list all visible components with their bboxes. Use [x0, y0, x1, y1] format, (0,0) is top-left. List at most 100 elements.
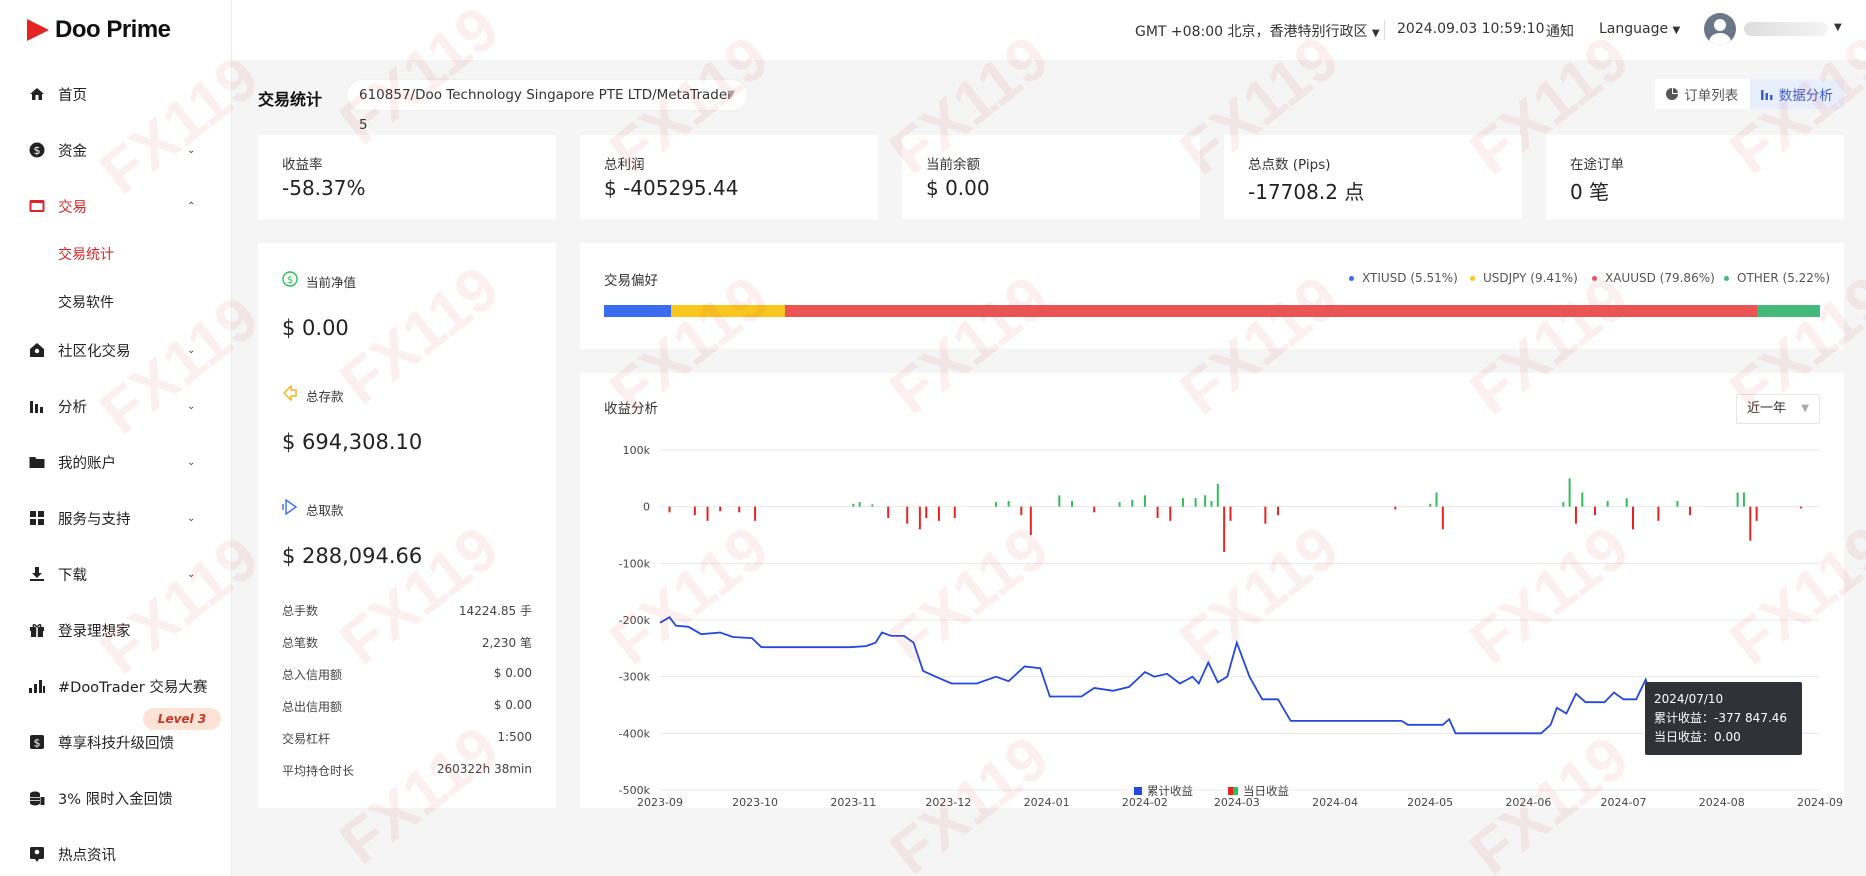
daily-profit-bar — [706, 506, 709, 521]
divider — [1384, 20, 1385, 40]
daily-profit-bar — [719, 506, 722, 512]
svg-text:$: $ — [287, 275, 293, 286]
x-tick-label: 2023-09 — [637, 796, 683, 808]
avatar[interactable] — [1704, 13, 1736, 45]
stat-card-total-pips: 总点数 (Pips) -17708.2 点 — [1224, 135, 1522, 219]
daily-profit-bar — [1562, 502, 1565, 507]
level-badge: Level 3 — [143, 708, 221, 730]
daily-profit-bar — [1689, 506, 1692, 516]
sidebar-item-login-ideal-home[interactable]: 登录理想家 — [0, 613, 232, 647]
account-selector[interactable]: 610857/Doo Technology Singapore PTE LTD/… — [346, 79, 748, 133]
daily-profit-bar — [925, 506, 928, 518]
chevron-down-icon: ⌄ — [187, 344, 196, 356]
legend-label-daily: 当日收益 — [1243, 784, 1289, 798]
pin-icon — [28, 845, 46, 863]
chevron-down-icon: ⌄ — [187, 456, 196, 468]
tab-order-list[interactable]: 订单列表 — [1655, 79, 1750, 109]
sidebar-item-deposit-rebate[interactable]: 3% 限时入金回馈 — [0, 781, 232, 815]
preference-segment — [671, 305, 786, 317]
daily-profit-bar — [1755, 506, 1758, 521]
legend-label-cumulative: 累计收益 — [1147, 784, 1193, 798]
daily-profit-bar — [1625, 498, 1628, 507]
username-blurred[interactable] — [1744, 22, 1828, 36]
dollar-box-icon: $ — [28, 733, 46, 751]
daily-profit-bar — [1657, 506, 1660, 521]
sidebar-sub-trading-software[interactable]: 交易软件 — [58, 292, 114, 312]
legend-dot-icon — [1470, 276, 1475, 281]
deposit-value: $ 694,308.10 — [282, 430, 423, 454]
daily-profit-bar — [1071, 501, 1074, 507]
x-tick-label: 2024-05 — [1407, 796, 1453, 808]
daily-profit-bar — [887, 506, 890, 518]
sidebar-item-social-trading[interactable]: 社区化交易 ⌄ — [0, 333, 232, 367]
sidebar-item-funds[interactable]: $ 资金 ⌄ — [0, 133, 232, 167]
daily-profit-bar — [1606, 501, 1609, 507]
daily-profit-bar — [1581, 492, 1584, 507]
sidebar-item-trading[interactable]: 交易 ⌃ — [0, 189, 232, 223]
sidebar-item-tech-upgrade-rewards[interactable]: $ 尊享科技升级回馈 — [0, 725, 232, 759]
brand-logo[interactable]: Doo Prime — [27, 15, 171, 45]
daily-profit-bar — [1131, 499, 1134, 507]
daily-profit-bar — [1676, 501, 1679, 507]
x-tick-label: 2024-06 — [1505, 796, 1551, 808]
y-tick-label: -100k — [619, 557, 651, 570]
preference-segment — [1756, 305, 1820, 317]
daily-profit-bar — [1574, 506, 1577, 524]
bars-icon — [28, 397, 46, 415]
daily-profit-bar — [1118, 502, 1121, 507]
daily-profit-bar — [1216, 484, 1219, 507]
notifications-link[interactable]: 通知 — [1546, 21, 1574, 41]
caret-down-icon: ▼ — [727, 89, 735, 100]
daily-profit-bar — [1093, 506, 1096, 513]
x-tick-label: 2023-11 — [830, 796, 876, 808]
legend-item: USDJPY (9.41%) — [1470, 271, 1578, 285]
home-icon — [28, 85, 46, 103]
page-title: 交易统计 — [258, 90, 323, 109]
y-tick-label: -400k — [619, 727, 651, 740]
legend-item: OTHER (5.22%) — [1724, 271, 1830, 285]
top-bar: GMT +08:00 北京，香港特别行政区 ▼ 2024.09.03 10:59… — [232, 0, 1866, 60]
coins-icon — [28, 789, 46, 807]
language-selector[interactable]: Language ▼ — [1599, 21, 1680, 37]
chevron-up-icon: ⌃ — [187, 200, 196, 212]
daily-profit-bar — [693, 506, 696, 516]
sidebar-item-my-account[interactable]: 我的账户 ⌄ — [0, 445, 232, 479]
daily-profit-bar — [1736, 492, 1739, 507]
tab-data-analysis[interactable]: 数据分析 — [1749, 79, 1844, 109]
range-selector[interactable]: 近一年 ▼ — [1736, 394, 1820, 424]
daily-profit-bar — [1194, 498, 1197, 507]
sidebar: Doo Prime 首页 $ 资金 ⌄ 交易 ⌃ 交易统计 交易软件 社区化交易… — [0, 0, 232, 876]
daily-profit-bar — [1593, 506, 1596, 516]
daily-profit-bar — [1223, 506, 1226, 552]
daily-profit-bar — [906, 506, 909, 524]
equity-value: $ 0.00 — [282, 316, 349, 340]
sidebar-item-download[interactable]: 下载 ⌄ — [0, 557, 232, 591]
x-tick-label: 2024-09 — [1797, 796, 1843, 808]
daily-profit-bar — [1143, 495, 1146, 507]
deposit-icon — [283, 385, 297, 401]
trading-preference-card: 交易偏好 XTIUSD (5.51%) USDJPY (9.41%) XAUUS… — [580, 243, 1844, 349]
daily-profit-bar — [858, 502, 861, 507]
daily-profit-bar — [953, 506, 956, 518]
daily-profit-bar — [1799, 506, 1802, 509]
sidebar-item-analysis[interactable]: 分析 ⌄ — [0, 389, 232, 423]
chevron-down-icon: ⌄ — [187, 568, 196, 580]
cumulative-profit-line — [659, 616, 1782, 735]
chevron-down-icon: ⌄ — [187, 512, 196, 524]
daily-profit-bar — [1156, 506, 1159, 518]
server-time: 2024.09.03 10:59:10 — [1397, 21, 1545, 37]
sidebar-item-home[interactable]: 首页 — [0, 77, 232, 111]
preference-stacked-bar — [604, 305, 1820, 317]
sidebar-item-hot-news[interactable]: 热点资讯 — [0, 837, 232, 871]
house-icon — [28, 341, 46, 359]
caret-down-icon[interactable]: ▼ — [1834, 22, 1842, 33]
sidebar-item-dootrader-contest[interactable]: #DooTrader 交易大赛 — [0, 669, 232, 703]
download-icon — [28, 565, 46, 583]
dollar-icon: $ — [28, 141, 46, 159]
sidebar-item-support[interactable]: 服务与支持 ⌄ — [0, 501, 232, 535]
daily-profit-bar — [1029, 506, 1032, 535]
x-tick-label: 2024-07 — [1601, 796, 1647, 808]
sidebar-sub-trading-stats[interactable]: 交易统计 — [58, 244, 114, 264]
y-tick-label: -200k — [619, 614, 651, 627]
timezone-selector[interactable]: GMT +08:00 北京，香港特别行政区 ▼ — [1135, 21, 1380, 41]
